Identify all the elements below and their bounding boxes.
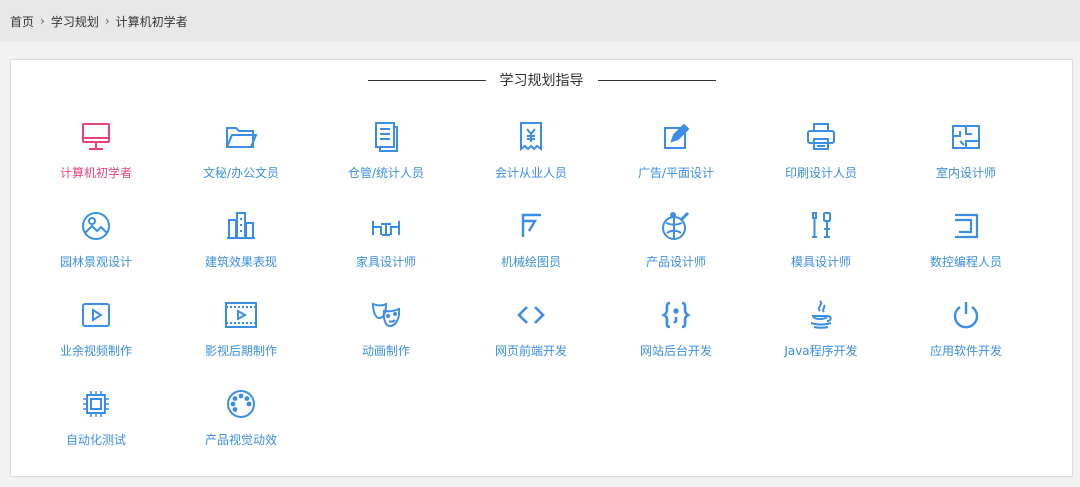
chevron-right-icon: › [104, 14, 110, 28]
category-furniture[interactable]: 家具设计师 [326, 209, 446, 279]
document-icon [375, 122, 398, 152]
category-label: 广告/平面设计 [637, 166, 715, 180]
power-icon [953, 302, 979, 329]
category-landscape[interactable]: 园林景观设计 [36, 209, 156, 279]
chevron-right-icon: › [40, 14, 45, 28]
category-label: Java程序开发 [784, 344, 858, 358]
category-label: 影视后期制作 [204, 344, 277, 358]
category-label: 会计从业人员 [494, 166, 567, 180]
category-label: 园林景观设计 [59, 255, 132, 269]
category-print-design[interactable]: 印刷设计人员 [761, 120, 881, 190]
category-label: 业余视频制作 [59, 344, 132, 358]
category-architecture[interactable]: 建筑效果表现 [181, 209, 301, 279]
code-icon [517, 306, 545, 324]
category-label: 印刷设计人员 [784, 166, 857, 180]
category-label: 文秘/办公文员 [202, 166, 280, 180]
tools-icon [812, 212, 831, 238]
category-secretary[interactable]: 文秘/办公文员 [181, 120, 301, 190]
category-label: 应用软件开发 [929, 344, 1002, 358]
panel-title: 学习规划指导 [11, 70, 1072, 90]
category-mechanical-drafting[interactable]: 机械绘图员 [471, 209, 591, 279]
category-label: 计算机初学者 [59, 166, 132, 180]
category-amateur-video[interactable]: 业余视频制作 [36, 298, 156, 368]
category-label: 模具设计师 [790, 255, 851, 269]
category-cnc-programming[interactable]: 数控编程人员 [906, 209, 1026, 279]
building-icon [227, 212, 255, 239]
category-accounting[interactable]: 会计从业人员 [471, 120, 591, 190]
folder-icon [226, 127, 258, 148]
category-mold-design[interactable]: 模具设计师 [761, 209, 881, 279]
category-label: 产品视觉动效 [204, 433, 277, 447]
landscape-icon [82, 212, 110, 240]
category-product-design[interactable]: 产品设计师 [616, 209, 736, 279]
category-label: 家具设计师 [355, 255, 416, 269]
category-beginner[interactable]: 计算机初学者 [36, 120, 156, 190]
braces-icon [661, 301, 691, 329]
edit-icon [664, 123, 690, 149]
category-warehouse[interactable]: 仓管/统计人员 [326, 120, 446, 190]
category-java[interactable]: Java程序开发 [761, 298, 881, 368]
category-label: 动画制作 [361, 344, 410, 358]
video-icon [82, 303, 110, 327]
category-web-backend[interactable]: 网站后台开发 [616, 298, 736, 368]
category-app-development[interactable]: 应用软件开发 [906, 298, 1026, 368]
breadcrumb-learning-plan[interactable]: 学习规划 [51, 13, 99, 30]
drafting-icon [521, 213, 541, 237]
furniture-icon [372, 221, 400, 236]
category-label: 仓管/统计人员 [347, 166, 425, 180]
category-product-motion[interactable]: 产品视觉动效 [181, 387, 301, 457]
category-label: 室内设计师 [935, 166, 996, 180]
category-label: 自动化测试 [65, 433, 126, 447]
breadcrumb: 首页 › 学习规划 › 计算机初学者 [0, 0, 1080, 42]
category-label: 数控编程人员 [929, 255, 1002, 269]
printer-icon [807, 123, 835, 150]
category-label: 产品设计师 [645, 255, 706, 269]
category-web-frontend[interactable]: 网页前端开发 [471, 298, 591, 368]
film-icon [225, 302, 257, 328]
chip-icon [83, 391, 109, 417]
title-divider-left [367, 79, 486, 81]
category-automation-testing[interactable]: 自动化测试 [36, 387, 156, 457]
cnc-icon [955, 213, 979, 239]
yuan-doc-icon [520, 122, 542, 151]
java-icon [810, 300, 832, 329]
category-label: 机械绘图员 [500, 255, 561, 269]
monitor-icon [82, 123, 110, 150]
breadcrumb-current: 计算机初学者 [115, 14, 188, 29]
product-icon [662, 211, 690, 240]
category-label: 建筑效果表现 [204, 255, 277, 269]
learning-plan-panel: 学习规划指导 计算机初学者 文秘/办公文员 仓管/统计人员 会计从业人员 广告/… [10, 59, 1073, 477]
panel-title-text: 学习规划指导 [499, 73, 584, 89]
category-interior-design[interactable]: 室内设计师 [906, 120, 1026, 190]
category-label: 网页前端开发 [494, 344, 567, 358]
breadcrumb-home[interactable]: 首页 [10, 13, 34, 30]
floorplan-icon [952, 125, 980, 149]
masks-icon [371, 302, 401, 328]
category-graphic-design[interactable]: 广告/平面设计 [616, 120, 736, 190]
dial-icon [227, 390, 255, 418]
title-divider-right [597, 79, 716, 81]
category-animation[interactable]: 动画制作 [326, 298, 446, 368]
category-post-production[interactable]: 影视后期制作 [181, 298, 301, 368]
category-label: 网站后台开发 [639, 344, 712, 358]
